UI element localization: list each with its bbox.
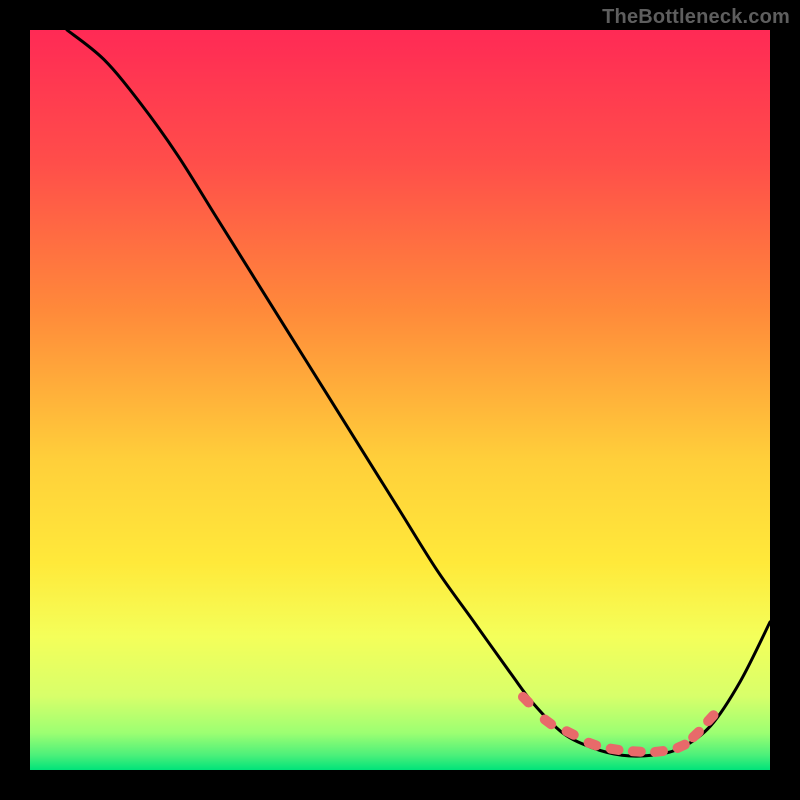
watermark-text: TheBottleneck.com (602, 6, 790, 29)
chart-frame: TheBottleneck.com (0, 0, 800, 800)
chart-svg (30, 30, 770, 770)
marker-dot (516, 690, 536, 710)
marker-dot (686, 725, 706, 745)
marker-dot (628, 746, 646, 757)
optimal-range-markers (516, 690, 721, 758)
plot-area (30, 30, 770, 770)
bottleneck-curve-line (67, 30, 770, 756)
marker-dot (649, 745, 668, 757)
